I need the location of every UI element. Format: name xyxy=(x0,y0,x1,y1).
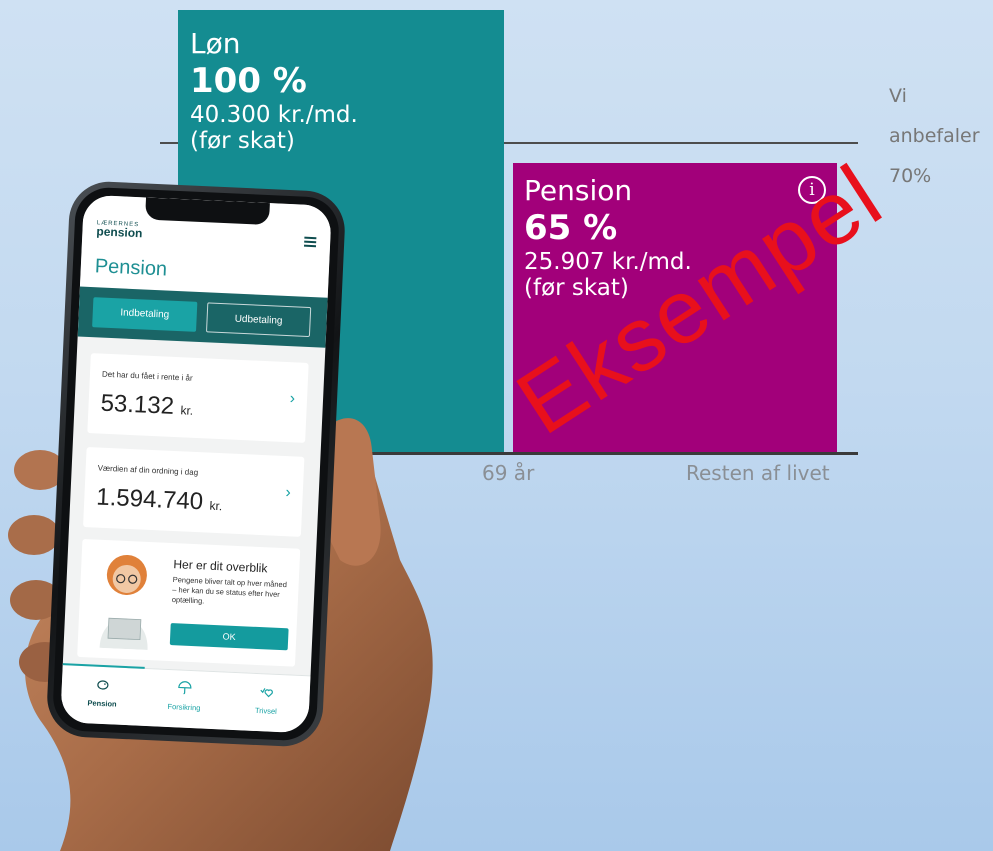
app-display: LÆRERNES pension Pension Indbetaling Udb… xyxy=(60,194,332,734)
overview-text: Pengene bliver talt op hver måned – her … xyxy=(171,575,288,606)
tab-indbetaling[interactable]: Indbetaling xyxy=(92,297,198,332)
chevron-right-icon: › xyxy=(285,484,292,502)
nav-item-trivsel[interactable]: Trivsel xyxy=(225,683,308,718)
app-logo: LÆRERNES pension xyxy=(96,220,143,241)
interest-label: Det har du fået i rente i år xyxy=(101,369,193,383)
interest-value-wrap: 53.132 kr. xyxy=(100,390,194,422)
nav-label-trivsel: Trivsel xyxy=(254,705,277,716)
logo-big-text: pension xyxy=(96,224,143,241)
interest-unit: kr. xyxy=(180,403,194,418)
overview-card: Her er dit overblik Pengene bliver talt … xyxy=(77,538,301,667)
nav-label-pension: Pension xyxy=(87,698,117,709)
value-value: 1.594.740 xyxy=(95,483,204,516)
ok-button[interactable]: OK xyxy=(169,623,289,651)
value-value-wrap: 1.594.740 kr. xyxy=(96,484,223,518)
nav-label-forsikring: Forsikring xyxy=(167,701,201,713)
bottom-navigation: Pension Forsikring Trivsel xyxy=(60,663,311,734)
phone-screen: LÆRERNES pension Pension Indbetaling Udb… xyxy=(51,186,341,742)
tab-bar: Indbetaling Udbetaling xyxy=(77,286,328,348)
phone: LÆRERNES pension Pension Indbetaling Udb… xyxy=(45,180,347,748)
chevron-right-icon: › xyxy=(289,390,296,408)
interest-value: 53.132 xyxy=(100,389,175,420)
nav-item-forsikring[interactable]: Forsikring xyxy=(143,679,226,714)
piggy-bank-icon xyxy=(61,675,144,697)
nav-item-pension[interactable]: Pension xyxy=(61,675,144,710)
umbrella-icon xyxy=(143,679,226,701)
tab-udbetaling[interactable]: Udbetaling xyxy=(205,302,312,338)
overview-title: Her er dit overblik xyxy=(173,557,268,576)
advisor-avatar xyxy=(99,554,148,650)
heart-check-icon xyxy=(225,683,308,705)
interest-card[interactable]: Det har du fået i rente i år 53.132 kr. … xyxy=(87,353,309,443)
nav-active-indicator xyxy=(62,663,145,669)
hamburger-menu-icon[interactable] xyxy=(303,236,317,248)
value-unit: kr. xyxy=(209,498,223,514)
value-label: Værdien af din ordning i dag xyxy=(97,463,199,478)
value-card[interactable]: Værdien af din ordning i dag 1.594.740 k… xyxy=(83,447,305,537)
page-title: Pension xyxy=(94,255,168,281)
